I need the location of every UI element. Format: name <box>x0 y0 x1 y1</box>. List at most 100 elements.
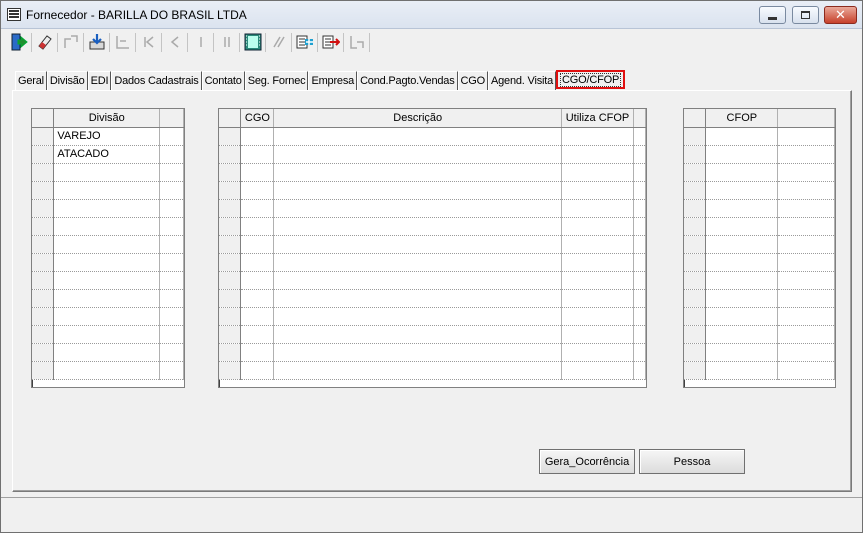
cell-divisao[interactable]: ATACADO <box>53 145 161 164</box>
table-row[interactable] <box>32 217 184 236</box>
exit-button[interactable] <box>6 29 32 54</box>
tab-cond-pagto-vendas[interactable]: Cond.Pagto.Vendas <box>357 71 458 90</box>
cell-divisao[interactable] <box>53 271 161 290</box>
cell-cfop[interactable] <box>705 253 779 272</box>
row-indicator[interactable] <box>32 199 55 218</box>
cell-divisao[interactable] <box>53 325 161 344</box>
cell-utiliza-cfop[interactable] <box>561 235 634 254</box>
cell-cfop[interactable] <box>705 289 779 308</box>
row-indicator[interactable] <box>684 343 707 362</box>
cell-utiliza-cfop[interactable] <box>561 325 634 344</box>
title-bar[interactable]: Fornecedor - BARILLA DO BRASIL LTDA ✕ <box>1 1 862 29</box>
cell-divisao[interactable]: VAREJO <box>53 127 161 146</box>
table-row[interactable] <box>32 235 184 254</box>
table-row[interactable] <box>219 271 646 290</box>
cell-utiliza-cfop[interactable] <box>561 289 634 308</box>
row-indicator[interactable] <box>219 307 242 326</box>
cell-descricao[interactable] <box>273 163 562 182</box>
first-record-button[interactable] <box>136 29 162 54</box>
row-indicator[interactable] <box>684 361 707 380</box>
table-row[interactable]: ATACADO <box>32 145 184 164</box>
cell-cfop[interactable] <box>705 361 779 380</box>
pessoa-button[interactable]: Pessoa <box>639 449 745 474</box>
maximize-button[interactable] <box>792 6 819 24</box>
row-indicator[interactable] <box>32 163 55 182</box>
cell-cfop[interactable] <box>705 163 779 182</box>
cell-cfop[interactable] <box>705 325 779 344</box>
cfop-grid[interactable]: CFOP <box>683 108 836 388</box>
cell-divisao[interactable] <box>53 235 161 254</box>
cell-cfop[interactable] <box>705 217 779 236</box>
tab-cgo[interactable]: CGO <box>457 71 488 90</box>
tab-cgo-cfop[interactable]: CGO/CFOP <box>556 70 626 89</box>
last-record-button[interactable] <box>214 29 240 54</box>
cell-descricao[interactable] <box>273 127 562 146</box>
cell-divisao[interactable] <box>53 217 161 236</box>
cell-cfop[interactable] <box>705 199 779 218</box>
app-form-icon[interactable] <box>7 8 21 21</box>
cell-cgo[interactable] <box>240 361 275 380</box>
cell-utiliza-cfop[interactable] <box>561 271 634 290</box>
cell-cfop[interactable] <box>705 343 779 362</box>
cell-cgo[interactable] <box>240 343 275 362</box>
table-row[interactable] <box>684 361 835 380</box>
row-indicator[interactable] <box>684 181 707 200</box>
row-indicator[interactable] <box>219 235 242 254</box>
add-record-button[interactable] <box>292 29 318 54</box>
table-row[interactable] <box>219 163 646 182</box>
tab-dados-cadastrais[interactable]: Dados Cadastrais <box>111 71 202 90</box>
cell-cfop[interactable] <box>705 127 779 146</box>
cell-utiliza-cfop[interactable] <box>561 199 634 218</box>
cell-utiliza-cfop[interactable] <box>561 127 634 146</box>
clear-button[interactable] <box>32 29 58 54</box>
cell-descricao[interactable] <box>273 289 562 308</box>
tab-geral[interactable]: Geral <box>15 71 47 90</box>
row-indicator[interactable] <box>32 271 55 290</box>
cell-utiliza-cfop[interactable] <box>561 253 634 272</box>
save-button[interactable] <box>84 29 110 54</box>
row-indicator[interactable] <box>32 145 55 164</box>
row-indicator[interactable] <box>684 163 707 182</box>
cell-descricao[interactable] <box>273 361 562 380</box>
cell-cgo[interactable] <box>240 217 275 236</box>
table-row[interactable] <box>32 343 184 362</box>
row-indicator[interactable] <box>32 289 55 308</box>
table-row[interactable] <box>32 271 184 290</box>
row-indicator[interactable] <box>684 307 707 326</box>
cell-cgo[interactable] <box>240 163 275 182</box>
row-indicator[interactable] <box>32 325 55 344</box>
table-row[interactable] <box>219 307 646 326</box>
column-header-divisao[interactable]: Divisão <box>53 109 161 128</box>
delete-record-button[interactable] <box>318 29 344 54</box>
cell-cgo[interactable] <box>240 235 275 254</box>
tab-edi[interactable]: EDI <box>87 71 112 90</box>
row-indicator[interactable] <box>219 253 242 272</box>
cell-cfop[interactable] <box>705 307 779 326</box>
row-indicator[interactable] <box>32 181 55 200</box>
table-row[interactable] <box>684 307 835 326</box>
table-row[interactable] <box>32 307 184 326</box>
table-row[interactable] <box>684 253 835 272</box>
cell-descricao[interactable] <box>273 271 562 290</box>
table-row[interactable] <box>684 199 835 218</box>
table-row[interactable] <box>32 253 184 272</box>
cell-cgo[interactable] <box>240 307 275 326</box>
row-indicator[interactable] <box>684 127 707 146</box>
cell-divisao[interactable] <box>53 361 161 380</box>
table-row[interactable] <box>219 325 646 344</box>
row-indicator[interactable] <box>684 325 707 344</box>
cell-divisao[interactable] <box>53 307 161 326</box>
cell-utiliza-cfop[interactable] <box>561 343 634 362</box>
previous-record-button[interactable] <box>162 29 188 54</box>
row-indicator[interactable] <box>684 289 707 308</box>
row-indicator[interactable] <box>219 361 242 380</box>
row-indicator[interactable] <box>684 217 707 236</box>
cell-descricao[interactable] <box>273 343 562 362</box>
cell-descricao[interactable] <box>273 181 562 200</box>
cell-cfop[interactable] <box>705 145 779 164</box>
column-header-cgo[interactable]: CGO <box>240 109 275 128</box>
table-row[interactable] <box>219 217 646 236</box>
minimize-button[interactable] <box>759 6 786 24</box>
column-header-descricao[interactable]: Descrição <box>273 109 562 128</box>
cell-utiliza-cfop[interactable] <box>561 217 634 236</box>
